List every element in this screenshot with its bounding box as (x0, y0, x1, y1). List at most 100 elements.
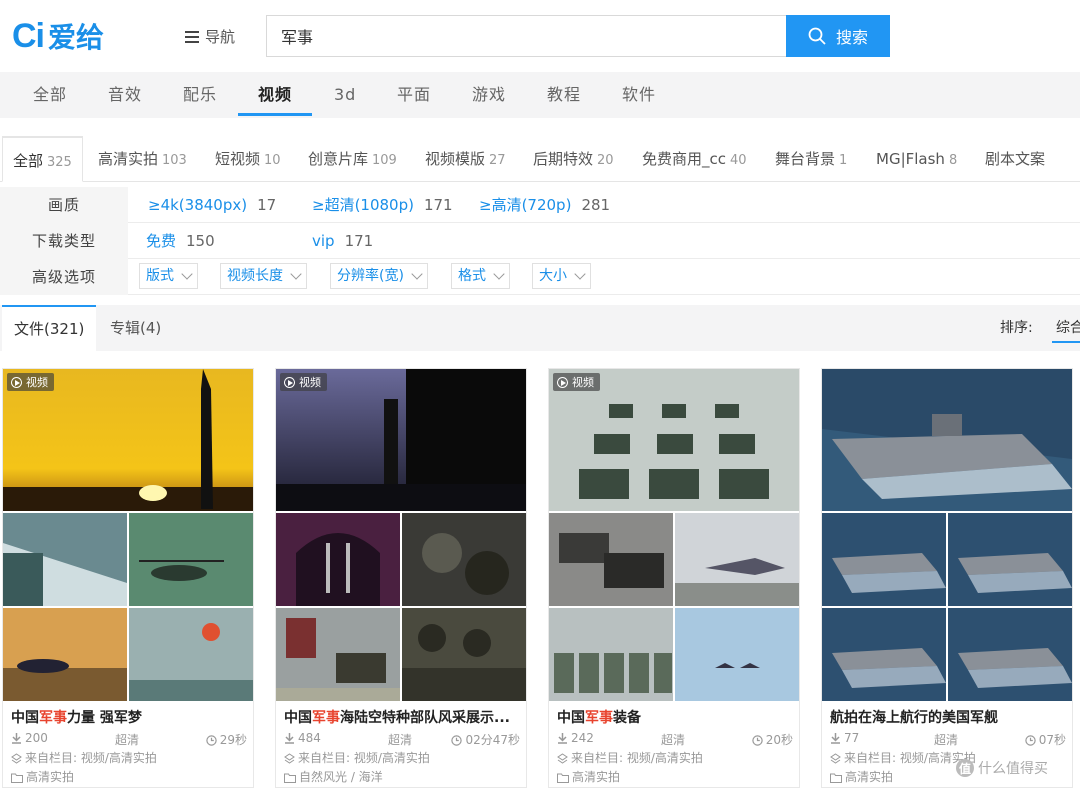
search-icon (808, 27, 826, 45)
subtab-hd-footage[interactable]: 高清实拍 103 (98, 136, 187, 182)
filter-free[interactable]: 免费 150 (146, 223, 215, 259)
nav-label: 导航 (205, 28, 236, 46)
category-sfx[interactable]: 音效 (108, 72, 142, 118)
download-count: 200 (11, 731, 48, 745)
card-title[interactable]: 中国军事力量 强军梦 (11, 707, 247, 727)
title-highlight: 军事 (39, 710, 67, 726)
card-title[interactable]: 中国军事海陆空特种部队风采展示... (284, 707, 520, 727)
subtab-scripts[interactable]: 剧本文案 (985, 136, 1045, 182)
watermark: 值 什么值得买 (956, 758, 1048, 778)
subtab-label: 高清实拍 (98, 150, 159, 168)
subtab-stage[interactable]: 舞台背景 1 (775, 136, 847, 182)
subtab-all[interactable]: 全部 325 (2, 136, 83, 182)
video-thumbnail[interactable]: 视频 (276, 369, 526, 703)
subtab-creative[interactable]: 创意片库 109 (308, 136, 397, 182)
card-source[interactable]: 来自栏目: 视频/高清实拍 (11, 749, 157, 766)
dropdown-layout[interactable]: 版式 (139, 263, 198, 289)
thumbnail-frame (549, 608, 673, 701)
download-value: 77 (844, 731, 860, 745)
play-icon (11, 376, 22, 388)
card-tag[interactable]: 自然风光 / 海洋 (284, 768, 383, 785)
folder-icon (830, 773, 842, 783)
dropdown-size[interactable]: 大小 (532, 263, 591, 289)
source-text: 来自栏目: 视频/高清实拍 (571, 751, 703, 765)
video-thumbnail[interactable]: 视频 (3, 369, 253, 703)
subtab-label: 后期特效 (533, 150, 594, 168)
dropdown-label: 版式 (146, 268, 174, 284)
video-thumbnail[interactable] (822, 369, 1072, 703)
dropdown-format[interactable]: 格式 (451, 263, 510, 289)
sort-select[interactable]: 综合 (1052, 315, 1080, 343)
video-thumbnail[interactable]: 视频 (549, 369, 799, 703)
tab-files[interactable]: 文件(321) (2, 305, 97, 351)
video-card[interactable]: 航拍在海上航行的美国军舰 77 超清 07秒 来自栏目: 视频/高清实拍 高清实… (821, 368, 1073, 788)
download-count: 77 (830, 731, 859, 745)
subtab-label: 免费商用_cc (642, 150, 726, 168)
chevron-down-icon (411, 268, 423, 280)
filter-option-count: 171 (344, 232, 374, 250)
search-button[interactable]: 搜索 (786, 15, 890, 57)
card-tag[interactable]: 高清实拍 (557, 768, 620, 785)
filter-1080p[interactable]: ≥超清(1080p) 171 (312, 187, 453, 223)
card-meta: 242 超清 20秒 (557, 731, 793, 747)
title-text: 中国 (11, 710, 39, 726)
filter-option-label: vip (312, 232, 335, 250)
card-source[interactable]: 来自栏目: 视频/高清实拍 (557, 749, 703, 766)
download-value: 484 (298, 731, 321, 745)
filter-vip[interactable]: vip 171 (312, 223, 373, 259)
source-text: 来自栏目: 视频/高清实拍 (298, 751, 430, 765)
video-card[interactable]: 视频 中国军事装备 242 超清 20秒 来自栏目: 视频/高清实拍 高清实拍 (548, 368, 800, 788)
search-button-label: 搜索 (835, 28, 868, 47)
card-tag[interactable]: 高清实拍 (830, 768, 893, 785)
filter-4k[interactable]: ≥4k(3840px) 17 (148, 187, 276, 223)
category-all[interactable]: 全部 (33, 72, 67, 118)
card-title[interactable]: 中国军事装备 (557, 707, 793, 727)
subtab-mg-flash[interactable]: MG|Flash 8 (876, 136, 957, 182)
category-3d[interactable]: 3d (334, 72, 356, 118)
source-text: 来自栏目: 视频/高清实拍 (25, 751, 157, 765)
category-graphic[interactable]: 平面 (397, 72, 431, 118)
card-source[interactable]: 来自栏目: 视频/高清实拍 (830, 749, 976, 766)
filter-720p[interactable]: ≥高清(720p) 281 (479, 187, 610, 223)
video-card[interactable]: 视频 中国军事力量 强军梦 200 超清 29秒 来自栏目: 视频/高清实拍 高… (2, 368, 254, 788)
layers-icon (11, 753, 22, 764)
filter-option-count: 150 (186, 232, 215, 250)
site-logo[interactable]: Ci 爱给 (12, 16, 104, 56)
subtab-free-cc[interactable]: 免费商用_cc 40 (642, 136, 747, 182)
dropdown-video-length[interactable]: 视频长度 (220, 263, 307, 289)
category-game[interactable]: 游戏 (472, 72, 506, 118)
sort-label: 排序: (1000, 320, 1033, 336)
title-highlight: 军事 (585, 710, 613, 726)
subtab-count: 109 (372, 153, 397, 168)
dropdown-resolution[interactable]: 分辨率(宽) (330, 263, 428, 289)
card-source[interactable]: 来自栏目: 视频/高清实拍 (284, 749, 430, 766)
category-software[interactable]: 软件 (622, 72, 656, 118)
dropdown-label: 大小 (539, 268, 567, 284)
title-text: 中国 (557, 710, 585, 726)
subtab-templates[interactable]: 视频模版 27 (425, 136, 506, 182)
filter-quality-label: 画质 (0, 187, 128, 223)
clock-icon (1025, 735, 1036, 746)
tab-albums[interactable]: 专辑(4) (110, 305, 161, 351)
duration-value: 07秒 (1038, 733, 1066, 747)
card-title[interactable]: 航拍在海上航行的美国军舰 (830, 707, 1066, 727)
card-tag[interactable]: 高清实拍 (11, 768, 74, 785)
video-card[interactable]: 视频 中国军事海陆空特种部队风采展示... 484 超清 02分47秒 来自栏目… (275, 368, 527, 788)
category-music[interactable]: 配乐 (183, 72, 217, 118)
search-input[interactable]: 军事 (266, 15, 786, 57)
folder-icon (11, 773, 23, 783)
logo-mark: Ci (12, 16, 45, 55)
subtab-label: 创意片库 (308, 150, 369, 168)
category-tutorial[interactable]: 教程 (547, 72, 581, 118)
subtab-effects[interactable]: 后期特效 20 (533, 136, 614, 182)
layers-icon (830, 753, 841, 764)
category-video[interactable]: 视频 (258, 72, 292, 118)
subtab-short-video[interactable]: 短视频 10 (215, 136, 281, 182)
download-value: 242 (571, 731, 594, 745)
duration: 07秒 (1025, 731, 1066, 748)
nav-menu-button[interactable]: 导航 (185, 26, 235, 47)
subtab-count: 1 (839, 153, 848, 168)
download-value: 200 (25, 731, 48, 745)
badge-label: 视频 (572, 376, 594, 389)
thumbnail-frame (276, 608, 400, 701)
